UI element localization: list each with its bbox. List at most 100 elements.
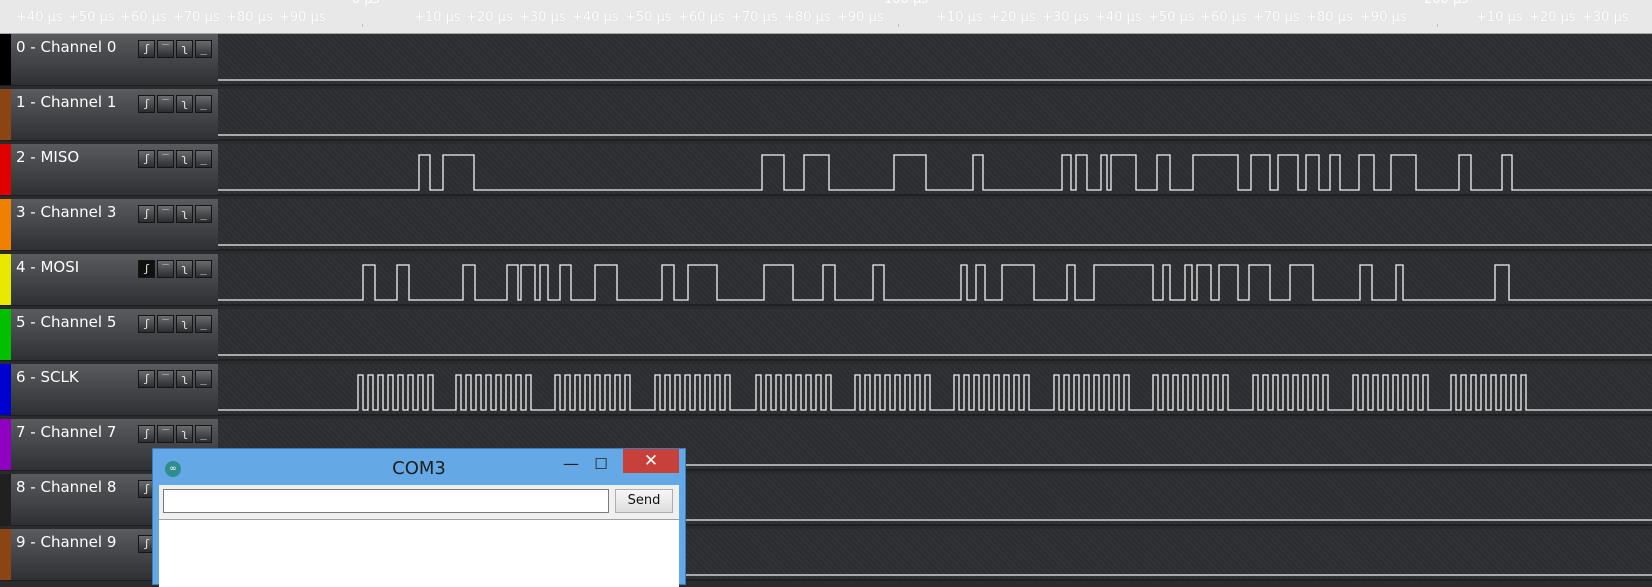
low-level-icon[interactable]: _ — [195, 205, 212, 223]
channel-waveform[interactable] — [218, 199, 1652, 251]
high-level-icon[interactable]: ‾ — [157, 40, 174, 58]
ruler-tick-label: +50 µs — [68, 10, 115, 25]
serial-monitor-window[interactable]: ∞ COM3 — ☐ ✕ Send — [152, 448, 686, 587]
close-icon[interactable]: ✕ — [623, 449, 679, 473]
rising-edge-icon[interactable]: ʃ — [138, 260, 155, 278]
channel-color-swatch — [0, 364, 11, 415]
rising-edge-icon[interactable]: ʃ — [138, 315, 155, 333]
channel-name[interactable]: 7 - Channel 7 — [16, 423, 116, 441]
ruler-tick-label: +90 µs — [1360, 10, 1407, 25]
falling-edge-icon[interactable]: ʅ — [176, 205, 193, 223]
channel-label-panel[interactable]: 4 - MOSI ʃ ‾ ʅ _ — [0, 254, 218, 306]
channel-label-panel[interactable]: 3 - Channel 3 ʃ ‾ ʅ _ — [0, 199, 218, 251]
channel-row[interactable]: 0 - Channel 0 ʃ ‾ ʅ _ — [0, 34, 1652, 86]
channel-waveform[interactable] — [218, 89, 1652, 141]
ruler-tick-label: +50 µs — [625, 10, 672, 25]
channel-waveform[interactable] — [218, 254, 1652, 306]
low-level-icon[interactable]: _ — [195, 95, 212, 113]
high-level-icon[interactable]: ‾ — [157, 315, 174, 333]
channel-waveform[interactable] — [218, 364, 1652, 416]
low-level-icon[interactable]: _ — [195, 425, 212, 443]
channel-name[interactable]: 8 - Channel 8 — [16, 478, 116, 496]
serial-input[interactable] — [163, 489, 609, 513]
falling-edge-icon[interactable]: ʅ — [176, 95, 193, 113]
rising-edge-icon[interactable]: ʃ — [138, 40, 155, 58]
channel-row[interactable]: 2 - MISO ʃ ‾ ʅ _ — [0, 144, 1652, 196]
time-ruler[interactable]: +40 µs +50 µs +60 µs +70 µs +80 µs +90 µs +10 … — [0, 0, 1652, 34]
high-level-icon[interactable]: ‾ — [157, 205, 174, 223]
channel-row[interactable]: 3 - Channel 3 ʃ ‾ ʅ _ — [0, 199, 1652, 251]
ruler-tick-label: +20 µs — [1529, 10, 1576, 25]
minimize-icon[interactable]: — — [557, 453, 585, 477]
ruler-tick-label: +80 µs — [226, 10, 273, 25]
channel-label-panel[interactable]: 6 - SCLK ʃ ‾ ʅ _ — [0, 364, 218, 416]
channel-name[interactable]: 3 - Channel 3 — [16, 203, 116, 221]
waveform-svg — [218, 154, 1652, 191]
channel-name[interactable]: 5 - Channel 5 — [16, 313, 116, 331]
ruler-tick-label: +70 µs — [731, 10, 778, 25]
channel-color-swatch — [0, 199, 11, 250]
signal-trace — [218, 374, 1652, 411]
channel-row[interactable]: 1 - Channel 1 ʃ ‾ ʅ _ — [0, 89, 1652, 141]
rising-edge-icon[interactable]: ʃ — [138, 370, 155, 388]
trigger-buttons: ʃ‾ʅ_ — [138, 260, 214, 278]
low-level-icon[interactable]: _ — [195, 40, 212, 58]
high-level-icon[interactable]: ‾ — [157, 260, 174, 278]
ruler-major-label: 0 µs — [352, 0, 379, 7]
ruler-tick-label: +40 µs — [572, 10, 619, 25]
channel-label-panel[interactable]: 5 - Channel 5 ʃ ‾ ʅ _ — [0, 309, 218, 361]
channel-name[interactable]: 1 - Channel 1 — [16, 93, 116, 111]
send-button[interactable]: Send — [615, 489, 673, 513]
channel-row[interactable]: 5 - Channel 5 ʃ ‾ ʅ _ — [0, 309, 1652, 361]
waveform-svg — [218, 374, 1652, 411]
channel-name[interactable]: 0 - Channel 0 — [16, 38, 116, 56]
channel-name[interactable]: 9 - Channel 9 — [16, 533, 116, 551]
channel-waveform[interactable] — [218, 309, 1652, 361]
ruler-tick-label: +20 µs — [989, 10, 1036, 25]
ruler-tick-label: +80 µs — [1306, 10, 1353, 25]
channel-label-panel[interactable]: 0 - Channel 0 ʃ ‾ ʅ _ — [0, 34, 218, 86]
ruler-tick-label: +90 µs — [279, 10, 326, 25]
falling-edge-icon[interactable]: ʅ — [176, 150, 193, 168]
ruler-tick-label: +10 µs — [936, 10, 983, 25]
channel-name[interactable]: 6 - SCLK — [16, 368, 79, 386]
low-level-icon[interactable]: _ — [195, 370, 212, 388]
rising-edge-icon[interactable]: ʃ — [138, 205, 155, 223]
rising-edge-icon[interactable]: ʃ — [138, 95, 155, 113]
signal-trace — [218, 264, 1652, 301]
low-level-icon[interactable]: _ — [195, 260, 212, 278]
channel-row[interactable]: 6 - SCLK ʃ ‾ ʅ _ — [0, 364, 1652, 416]
ruler-tick-label: +20 µs — [466, 10, 513, 25]
channel-waveform[interactable] — [218, 144, 1652, 196]
channel-color-swatch — [0, 254, 11, 305]
rising-edge-icon[interactable]: ʃ — [138, 150, 155, 168]
high-level-icon[interactable]: ‾ — [157, 95, 174, 113]
falling-edge-icon[interactable]: ʅ — [176, 370, 193, 388]
low-level-icon[interactable]: _ — [195, 150, 212, 168]
channel-name[interactable]: 2 - MISO — [16, 148, 79, 166]
channel-label-panel[interactable]: 1 - Channel 1 ʃ ‾ ʅ _ — [0, 89, 218, 141]
trigger-buttons: ʃ‾ʅ_ — [138, 150, 214, 168]
waveform-svg — [218, 244, 1652, 246]
falling-edge-icon[interactable]: ʅ — [176, 425, 193, 443]
maximize-icon[interactable]: ☐ — [587, 453, 615, 477]
high-level-icon[interactable]: ‾ — [157, 150, 174, 168]
low-level-icon[interactable]: _ — [195, 315, 212, 333]
falling-edge-icon[interactable]: ʅ — [176, 315, 193, 333]
channel-color-swatch — [0, 89, 11, 140]
serial-output-area[interactable] — [159, 519, 679, 587]
falling-edge-icon[interactable]: ʅ — [176, 260, 193, 278]
channel-name[interactable]: 4 - MOSI — [16, 258, 79, 276]
rising-edge-icon[interactable]: ʃ — [138, 425, 155, 443]
high-level-icon[interactable]: ‾ — [157, 370, 174, 388]
falling-edge-icon[interactable]: ʅ — [176, 40, 193, 58]
ruler-tick-label: +70 µs — [173, 10, 220, 25]
ruler-tick-label: +10 µs — [414, 10, 461, 25]
channel-label-panel[interactable]: 2 - MISO ʃ ‾ ʅ _ — [0, 144, 218, 196]
channel-waveform[interactable] — [218, 34, 1652, 86]
high-level-icon[interactable]: ‾ — [157, 425, 174, 443]
ruler-tick-label: +10 µs — [1476, 10, 1523, 25]
trigger-buttons: ʃ‾ʅ_ — [138, 205, 214, 223]
channel-row[interactable]: 4 - MOSI ʃ ‾ ʅ _ — [0, 254, 1652, 306]
serial-monitor-titlebar[interactable]: ∞ COM3 — ☐ ✕ — [153, 449, 685, 485]
